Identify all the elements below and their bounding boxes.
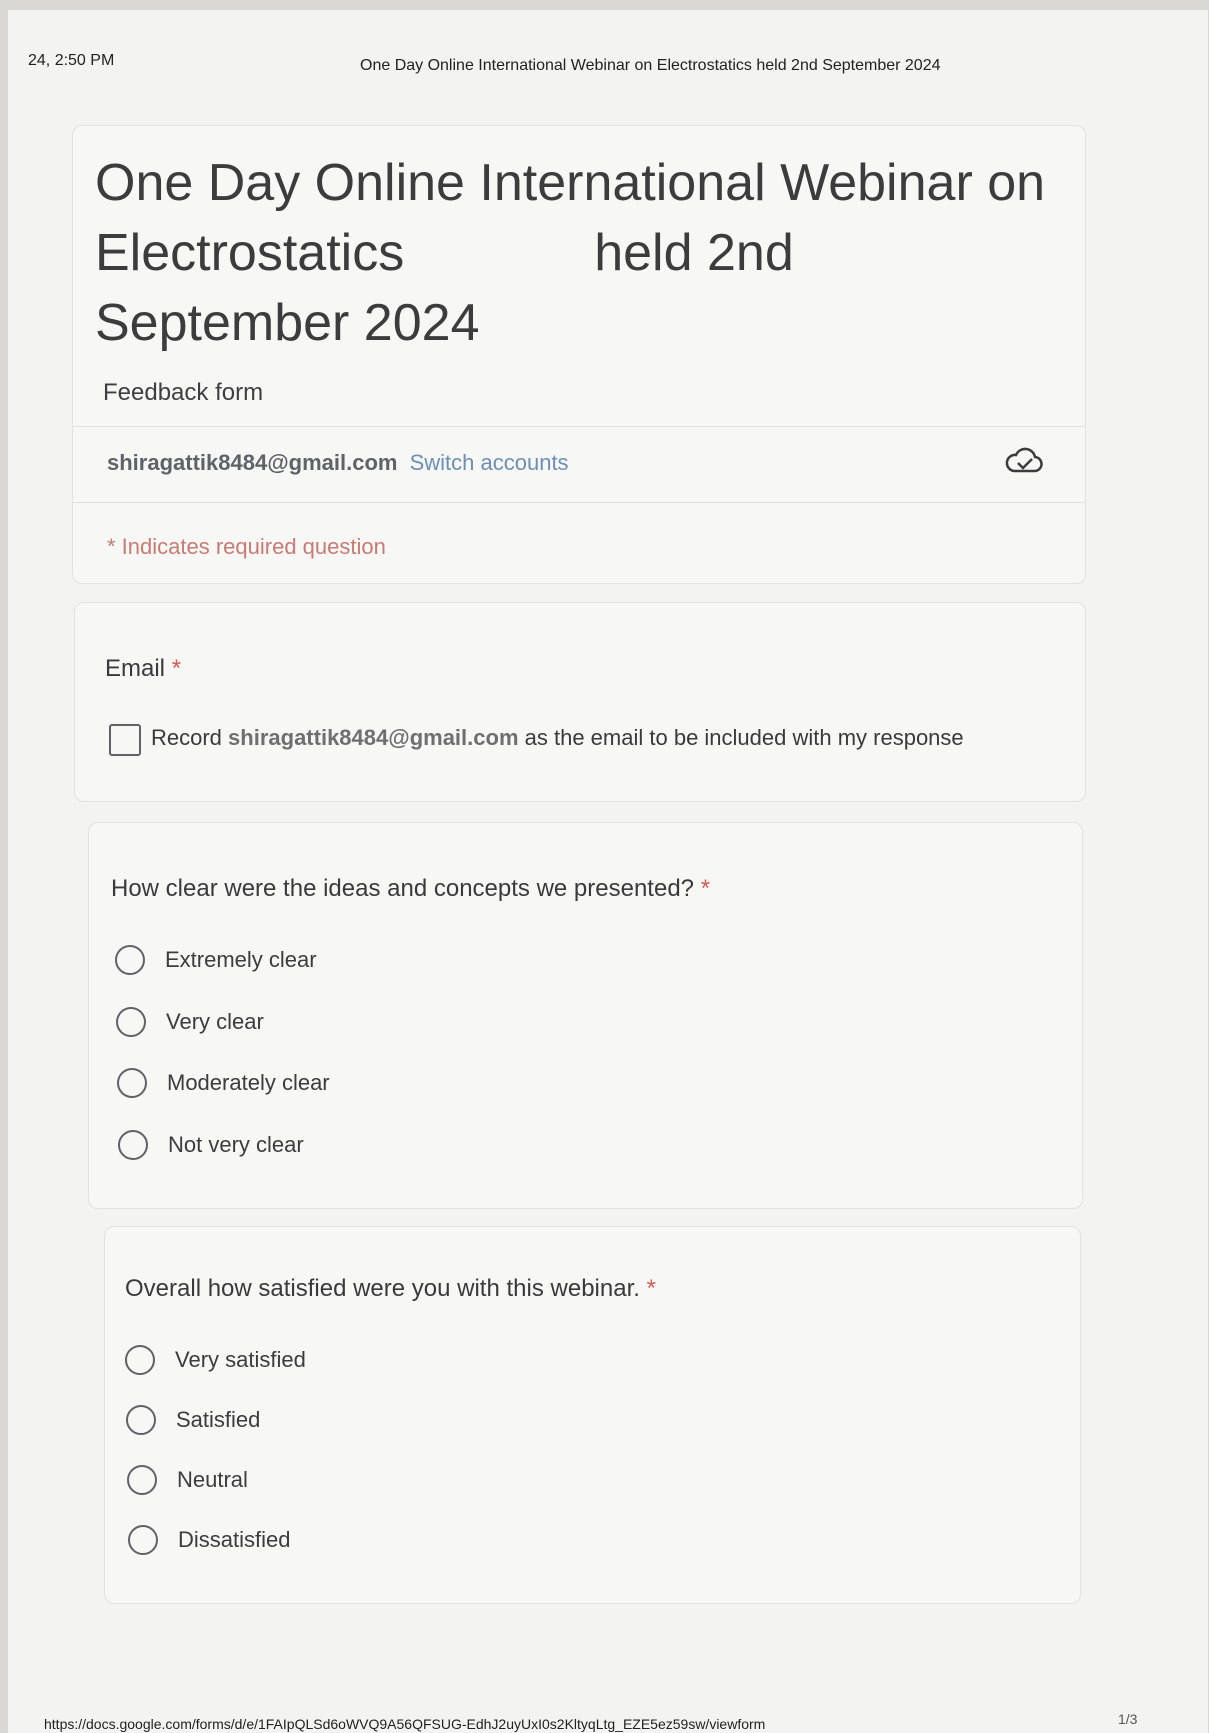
form-title-line1: One Day Online International Webinar on [95,154,1046,212]
radio-button[interactable] [127,1465,157,1495]
record-prefix: Record [151,725,222,750]
radio-button[interactable] [118,1130,148,1160]
record-email-checkbox[interactable] [109,724,141,756]
printed-page: 24, 2:50 PM One Day Online International… [8,10,1208,1733]
divider [73,426,1085,427]
option-label: Satisfied [176,1407,261,1432]
question-label-text: Email [105,655,166,682]
question-satisfaction-card: Overall how satisfied were you with this… [104,1226,1081,1604]
radio-button[interactable] [116,1007,146,1037]
option-very-clear[interactable]: Very clear [116,1005,264,1039]
question-label-text: Overall how satisfied were you with this… [125,1275,640,1302]
option-dissatisfied[interactable]: Dissatisfied [128,1523,290,1557]
option-extremely-clear[interactable]: Extremely clear [115,943,317,977]
account-row: shiragattik8484@gmail.com Switch account… [107,450,569,476]
record-email: shiragattik8484@gmail.com [228,725,519,750]
record-email-text: Record shiragattik8484@gmail.com as the … [151,725,964,751]
option-label: Very satisfied [175,1347,306,1372]
option-not-very-clear[interactable]: Not very clear [118,1128,304,1162]
cloud-check-icon [1005,447,1043,473]
question-email-card: Email * Record shiragattik8484@gmail.com… [74,602,1086,802]
print-time: 24, 2:50 PM [28,52,115,69]
divider [73,502,1085,503]
question-label-text: How clear were the ideas and concepts we… [111,875,695,902]
required-star: * [171,655,182,682]
required-note: * Indicates required question [107,534,386,559]
form-description: Feedback form [103,379,264,406]
option-satisfied[interactable]: Satisfied [126,1403,260,1437]
question-clarity-card: How clear were the ideas and concepts we… [88,822,1083,1209]
radio-button[interactable] [115,945,145,975]
option-moderately-clear[interactable]: Moderately clear [117,1066,330,1100]
option-label: Dissatisfied [178,1527,291,1552]
option-label: Not very clear [168,1132,304,1157]
radio-button[interactable] [126,1405,156,1435]
form-title-line2a: Electrostatics [95,224,405,282]
question-clarity-label: How clear were the ideas and concepts we… [111,875,710,903]
option-label: Neutral [177,1467,248,1492]
form-header-card: One Day Online International Webinar on … [72,125,1086,584]
page-number: 1/3 [1118,1711,1138,1727]
option-neutral[interactable]: Neutral [127,1463,248,1497]
form-title-line3: September 2024 [95,294,480,352]
radio-button[interactable] [125,1345,155,1375]
form-title-line2b: held 2nd [594,224,794,282]
form-title: One Day Online International Webinar on … [95,148,1055,358]
footer-url: https://docs.google.com/forms/d/e/1FAIpQ… [44,1716,766,1732]
print-doc-title: One Day Online International Webinar on … [360,57,941,74]
radio-button[interactable] [117,1068,147,1098]
required-star: * [646,1275,656,1302]
radio-button[interactable] [128,1525,158,1555]
account-email: shiragattik8484@gmail.com [107,450,398,475]
option-label: Extremely clear [165,947,317,972]
switch-accounts-link[interactable]: Switch accounts [410,450,569,475]
print-header: 24, 2:50 PM One Day Online International… [18,40,1198,74]
required-star: * [700,875,711,902]
form-title-line2: Electrostatics held 2nd [95,218,1055,288]
option-label: Very clear [166,1009,264,1034]
question-satisfaction-label: Overall how satisfied were you with this… [125,1275,656,1303]
record-suffix: as the email to be included with my resp… [524,725,964,750]
option-very-satisfied[interactable]: Very satisfied [125,1343,306,1377]
option-label: Moderately clear [167,1070,330,1095]
question-email-label: Email * [105,655,181,683]
